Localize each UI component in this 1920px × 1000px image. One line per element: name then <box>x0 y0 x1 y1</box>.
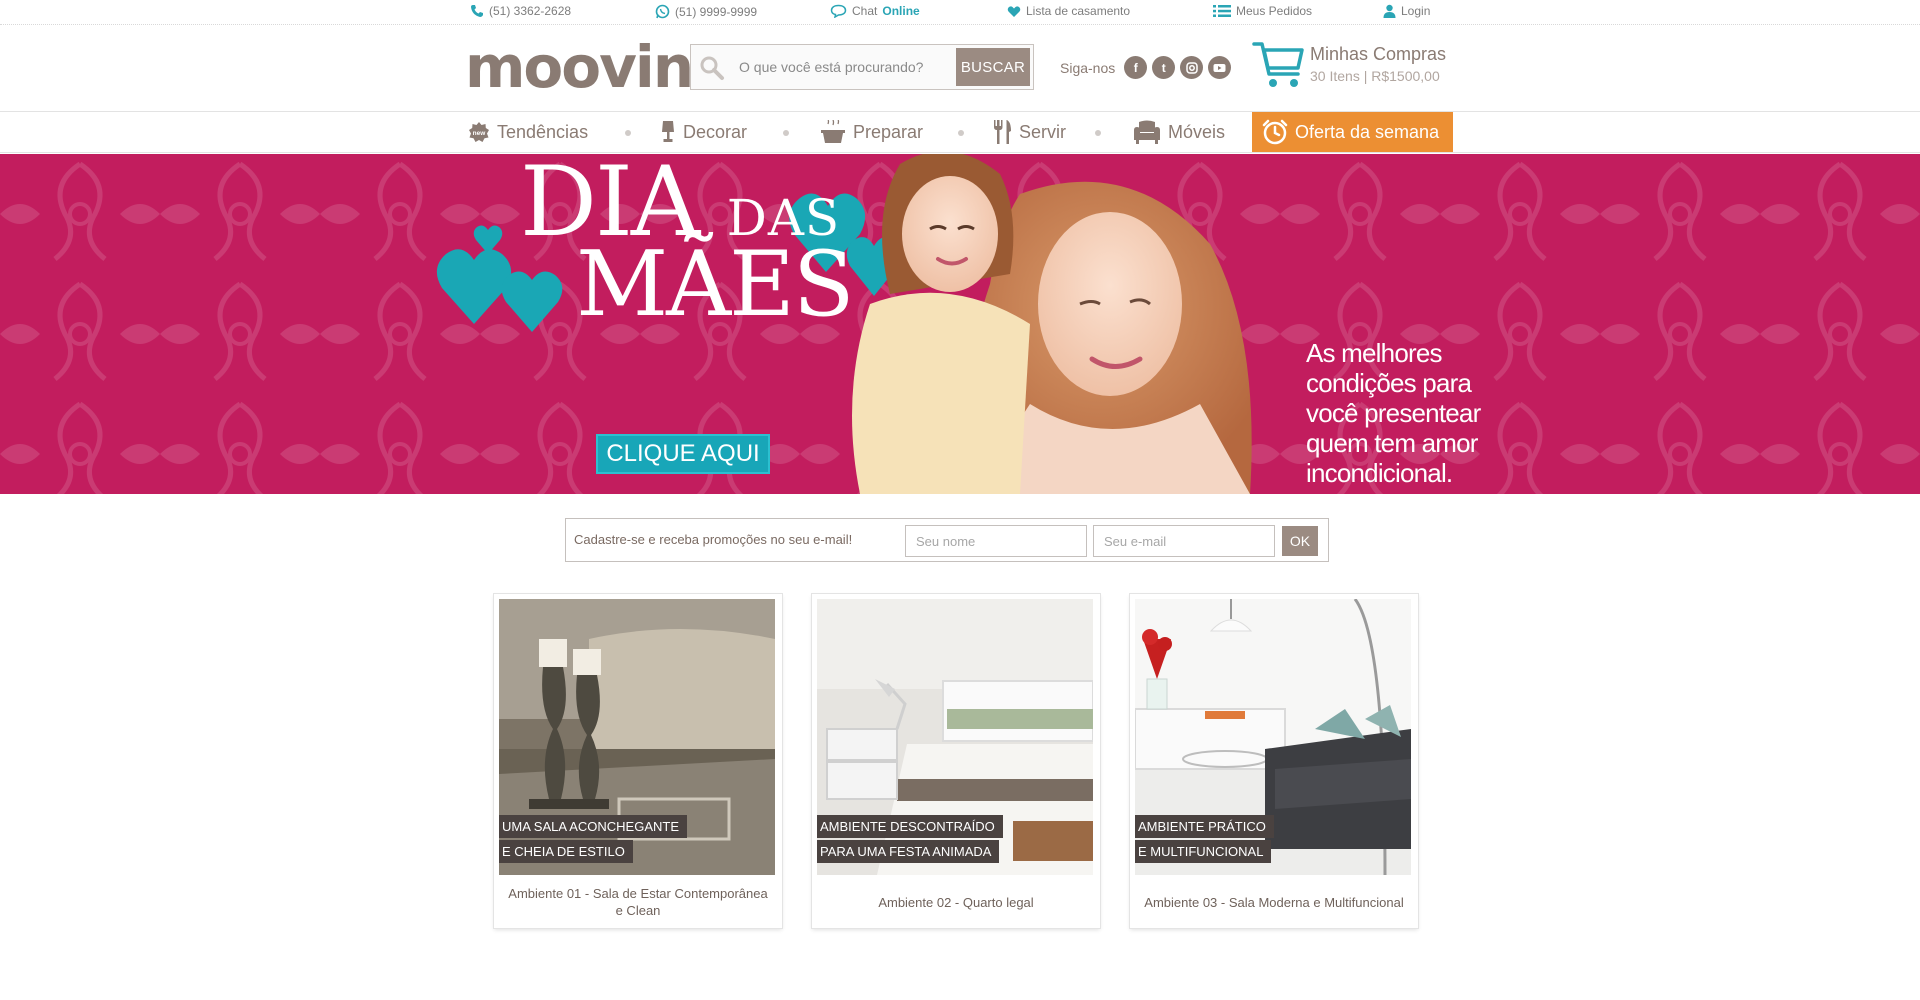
nav-separator <box>958 130 964 136</box>
mother-daughter-photo <box>852 154 1252 494</box>
card-tag-line-2: PARA UMA FESTA ANIMADA <box>817 840 1000 863</box>
card-tag-line-2: E CHEIA DE ESTILO <box>499 840 633 863</box>
chat-link[interactable]: Chat Online <box>830 4 920 18</box>
nav-label: Oferta da semana <box>1295 121 1440 142</box>
nav-label: Móveis <box>1168 121 1226 142</box>
card-tag-line-1: AMBIENTE PRÁTICO <box>1135 815 1274 838</box>
cart-total: R$1500,00 <box>1371 68 1440 84</box>
hero-banner[interactable]: DIA DAS MÃES CLIQUE AQUI As melhores con… <box>0 154 1920 494</box>
hero-title-line-2: MÃES <box>576 232 855 337</box>
environment-card[interactable]: UMA SALA ACONCHEGANTE E CHEIA DE ESTILO … <box>494 594 782 928</box>
card-image[interactable]: UMA SALA ACONCHEGANTE E CHEIA DE ESTILO <box>499 599 775 875</box>
banner-tagline: As melhores condições para você presente… <box>1306 338 1481 488</box>
facebook-icon[interactable]: f <box>1124 56 1148 79</box>
phone-number: (51) 3362-2628 <box>489 4 572 18</box>
chat-status: Online <box>882 4 920 18</box>
chat-bubble-icon <box>830 4 847 18</box>
cart-summary: 30 Itens | R$1500,00 <box>1310 68 1440 84</box>
newsletter-text: Cadastre-se e receba promoções no seu e-… <box>574 532 853 547</box>
cart-icon <box>1252 42 1304 87</box>
environment-card[interactable]: AMBIENTE DESCONTRAÍDO PARA UMA FESTA ANI… <box>812 594 1100 928</box>
cart-title: Minhas Compras <box>1310 44 1447 64</box>
card-caption[interactable]: Ambiente 02 - Quarto legal <box>822 882 1090 922</box>
nav-item-oferta-da-semana[interactable]: Oferta da semana <box>1252 112 1454 152</box>
wedding-list-link[interactable]: Lista de casamento <box>1007 4 1130 18</box>
search-icon <box>700 56 724 80</box>
youtube-icon[interactable] <box>1208 56 1232 79</box>
card-image[interactable]: AMBIENTE PRÁTICO E MULTIFUNCIONAL <box>1135 599 1411 875</box>
card-tag-line-1: AMBIENTE DESCONTRAÍDO <box>817 815 1003 838</box>
nav-separator <box>625 130 631 136</box>
card-image[interactable]: AMBIENTE DESCONTRAÍDO PARA UMA FESTA ANI… <box>817 599 1093 875</box>
phone-icon <box>471 5 483 17</box>
search-button[interactable]: BUSCAR <box>956 48 1030 86</box>
shopping-cart[interactable]: Minhas Compras 30 Itens | R$1500,00 <box>1252 40 1462 92</box>
top-info-bar: (51) 3362-2628 (51) 9999-9999 Chat Onlin… <box>0 0 1920 25</box>
list-icon <box>1213 5 1231 17</box>
nav-item-servir[interactable]: Servir <box>992 112 1066 152</box>
new-badge-icon: new <box>469 122 489 142</box>
newsletter-submit-button[interactable]: OK <box>1282 526 1318 556</box>
cart-item-count: 30 Itens <box>1310 68 1360 84</box>
search-bar: BUSCAR <box>690 44 1034 90</box>
site-header: moovin BUSCAR Siga-nos f t Minhas Compra… <box>0 26 1920 112</box>
lamp-icon <box>662 121 674 142</box>
nav-label: Tendências <box>497 121 589 142</box>
chat-label: Chat <box>852 4 878 18</box>
environment-card[interactable]: AMBIENTE PRÁTICO E MULTIFUNCIONAL Ambien… <box>1130 594 1418 928</box>
clock-icon <box>1262 119 1288 145</box>
nav-item-decorar[interactable]: Decorar <box>660 112 747 152</box>
newsletter-name-input[interactable] <box>905 525 1087 557</box>
svg-text:new: new <box>473 130 487 137</box>
social-label: Siga-nos <box>1060 59 1116 76</box>
wedding-list-label: Lista de casamento <box>1026 4 1131 18</box>
phone-contact[interactable]: (51) 3362-2628 <box>470 4 571 18</box>
environment-cards: UMA SALA ACONCHEGANTE E CHEIA DE ESTILO … <box>494 594 1418 930</box>
my-orders-label: Meus Pedidos <box>1236 4 1313 18</box>
nav-label: Preparar <box>853 121 924 142</box>
nav-item-tendencias[interactable]: new Tendências <box>468 112 588 152</box>
heart-icon <box>1007 5 1021 17</box>
login-label: Login <box>1401 4 1431 18</box>
whatsapp-contact[interactable]: (51) 9999-9999 <box>655 4 757 19</box>
nav-label: Servir <box>1019 121 1067 142</box>
whatsapp-number: (51) 9999-9999 <box>675 4 758 19</box>
main-navigation: new Tendências Decorar Preparar Servir M… <box>0 112 1920 153</box>
instagram-icon[interactable] <box>1180 56 1204 79</box>
twitter-icon[interactable]: t <box>1152 56 1176 79</box>
pot-icon <box>821 120 845 143</box>
banner-cta-button[interactable]: CLIQUE AQUI <box>596 434 770 474</box>
social-links: Siga-nos f t <box>1060 56 1232 79</box>
nav-separator <box>783 130 789 136</box>
search-input[interactable] <box>739 53 939 81</box>
card-tag-line-2: E MULTIFUNCIONAL <box>1135 840 1272 863</box>
nav-item-moveis[interactable]: Móveis <box>1133 112 1225 152</box>
cart-separator: | <box>1363 68 1368 84</box>
card-caption[interactable]: Ambiente 03 - Sala Moderna e Multifuncio… <box>1140 882 1408 922</box>
user-icon <box>1383 4 1396 18</box>
whatsapp-icon <box>655 4 670 19</box>
nav-item-preparar[interactable]: Preparar <box>820 112 923 152</box>
cutlery-icon <box>994 120 1011 144</box>
login-link[interactable]: Login <box>1383 4 1430 18</box>
armchair-icon <box>1134 120 1160 144</box>
my-orders-link[interactable]: Meus Pedidos <box>1213 4 1312 18</box>
card-caption[interactable]: Ambiente 01 - Sala de Estar Contemporâne… <box>504 882 772 922</box>
newsletter-form: Cadastre-se e receba promoções no seu e-… <box>565 518 1329 562</box>
newsletter-email-input[interactable] <box>1093 525 1275 557</box>
nav-label: Decorar <box>683 121 748 142</box>
card-tag-line-1: UMA SALA ACONCHEGANTE <box>499 815 687 838</box>
logo-text: moovin <box>465 33 694 101</box>
site-logo[interactable]: moovin <box>465 38 694 96</box>
nav-separator <box>1095 130 1101 136</box>
